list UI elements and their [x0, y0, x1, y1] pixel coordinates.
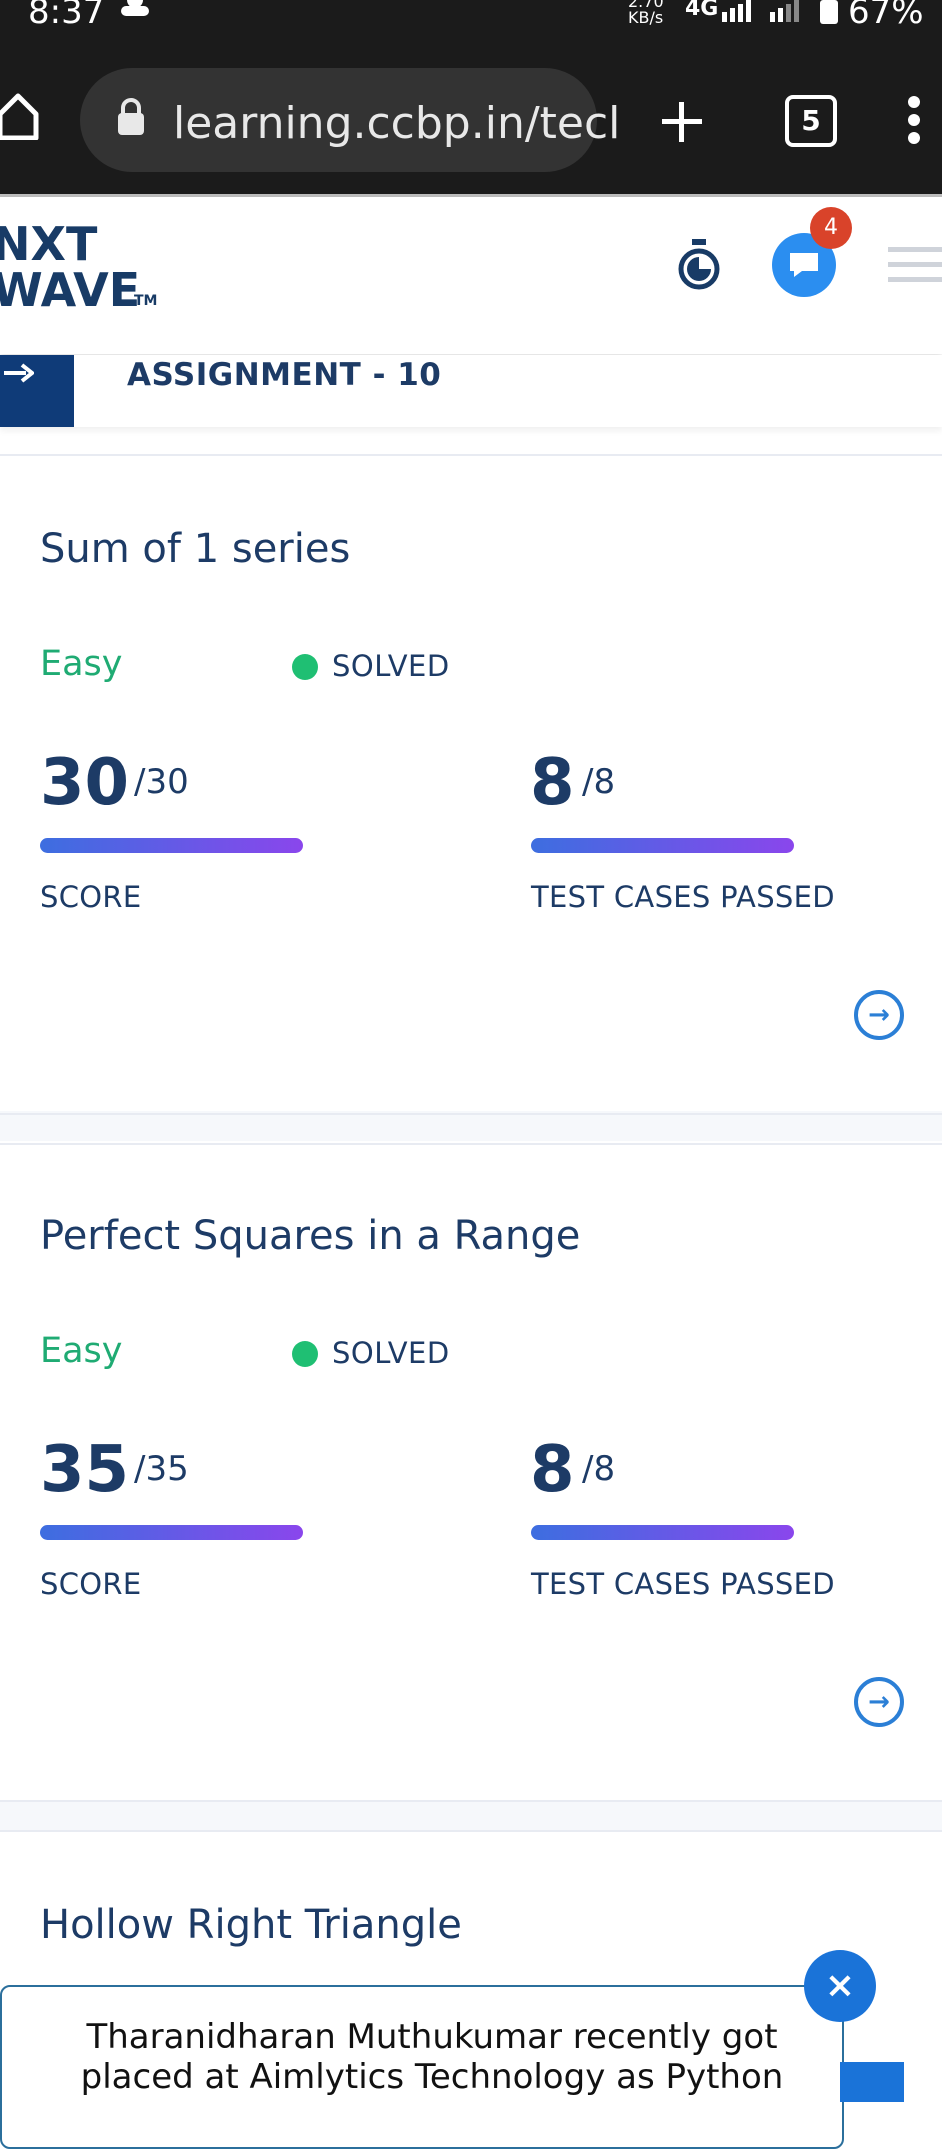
question-title: Perfect Squares in a Range	[40, 1213, 581, 1259]
back-button[interactable]	[0, 355, 74, 427]
network-type: 4G	[685, 0, 719, 21]
score-value: 35	[40, 1433, 130, 1507]
score-label: SCORE	[40, 1567, 142, 1601]
chat-icon	[790, 253, 818, 277]
status-bar: 8:37 2.70 KB/s 4G 67%	[0, 0, 942, 32]
score-progress-bar	[40, 1525, 303, 1540]
tests-progress-bar	[531, 1525, 794, 1540]
signal-icon	[722, 0, 751, 22]
app-header: NXT WAVE TM 4	[0, 197, 942, 354]
toast-message: Tharanidharan Muthukumar recently got pl…	[80, 2017, 784, 2097]
difficulty-label: Easy	[40, 644, 123, 684]
score-label: SCORE	[40, 880, 142, 914]
tests-passed-value: 8	[530, 746, 575, 820]
open-question-arrow-icon[interactable]: →	[854, 1677, 904, 1727]
logo-tm: TM	[134, 293, 158, 309]
nxtwave-logo[interactable]: NXT WAVE TM	[0, 217, 170, 327]
network-speed: 2.70 KB/s	[628, 0, 664, 27]
score-total: /35	[134, 1449, 189, 1489]
account-icon	[121, 0, 149, 16]
tests-label: TEST CASES PASSED	[531, 1567, 835, 1601]
address-bar[interactable]: learning.ccbp.in/tecl	[80, 68, 620, 172]
new-tab-icon[interactable]	[660, 100, 704, 144]
status-time: 8:37	[28, 0, 105, 32]
tests-label: TEST CASES PASSED	[531, 880, 835, 914]
status-label: SOLVED	[332, 1336, 450, 1370]
browser-toolbar: learning.ccbp.in/tecl 5	[0, 30, 942, 194]
question-card[interactable]: Perfect Squares in a Range Easy SOLVED 3…	[0, 1145, 942, 1800]
arrow-right-icon	[4, 363, 34, 383]
url-text: learning.ccbp.in/tecl	[173, 98, 621, 149]
difficulty-label: Easy	[40, 1331, 123, 1371]
card-gap	[0, 1800, 942, 1830]
open-question-arrow-icon[interactable]: →	[854, 990, 904, 1040]
logo-text-bottom: WAVE	[0, 263, 141, 317]
question-title: Hollow Right Triangle	[40, 1902, 462, 1948]
tests-passed-value: 8	[530, 1433, 575, 1507]
status-label: SOLVED	[332, 649, 450, 683]
score-progress-bar	[40, 838, 303, 853]
toast-action-button[interactable]	[840, 2062, 904, 2102]
tests-total: /8	[582, 1449, 616, 1489]
assignment-header: ASSIGNMENT - 10	[0, 355, 942, 427]
hamburger-menu-icon[interactable]	[886, 245, 942, 285]
notification-badge: 4	[810, 207, 852, 249]
card-gap	[0, 1111, 942, 1141]
signal-icon-2	[770, 0, 799, 22]
question-title: Sum of 1 series	[40, 526, 351, 572]
section-divider	[0, 1800, 942, 1802]
timer-icon[interactable]	[676, 239, 722, 291]
tab-switcher-button[interactable]: 5	[785, 95, 837, 147]
solved-dot-icon	[292, 654, 318, 680]
assignment-title: ASSIGNMENT - 10	[127, 357, 442, 393]
lock-icon	[118, 98, 144, 135]
solved-dot-icon	[292, 1341, 318, 1367]
score-value: 30	[40, 746, 130, 820]
battery-level: 67%	[848, 0, 924, 32]
tests-progress-bar	[531, 838, 794, 853]
question-card[interactable]: Sum of 1 series Easy SOLVED 30 /30 SCORE…	[0, 456, 942, 1111]
section-divider	[0, 1113, 942, 1115]
toast-close-button[interactable]: ×	[804, 1950, 876, 2022]
more-menu-icon[interactable]	[904, 94, 924, 146]
tests-total: /8	[582, 762, 616, 802]
battery-icon	[820, 0, 838, 24]
home-icon[interactable]	[0, 92, 40, 140]
score-total: /30	[134, 762, 189, 802]
placement-toast: Tharanidharan Muthukumar recently got pl…	[0, 1985, 844, 2149]
